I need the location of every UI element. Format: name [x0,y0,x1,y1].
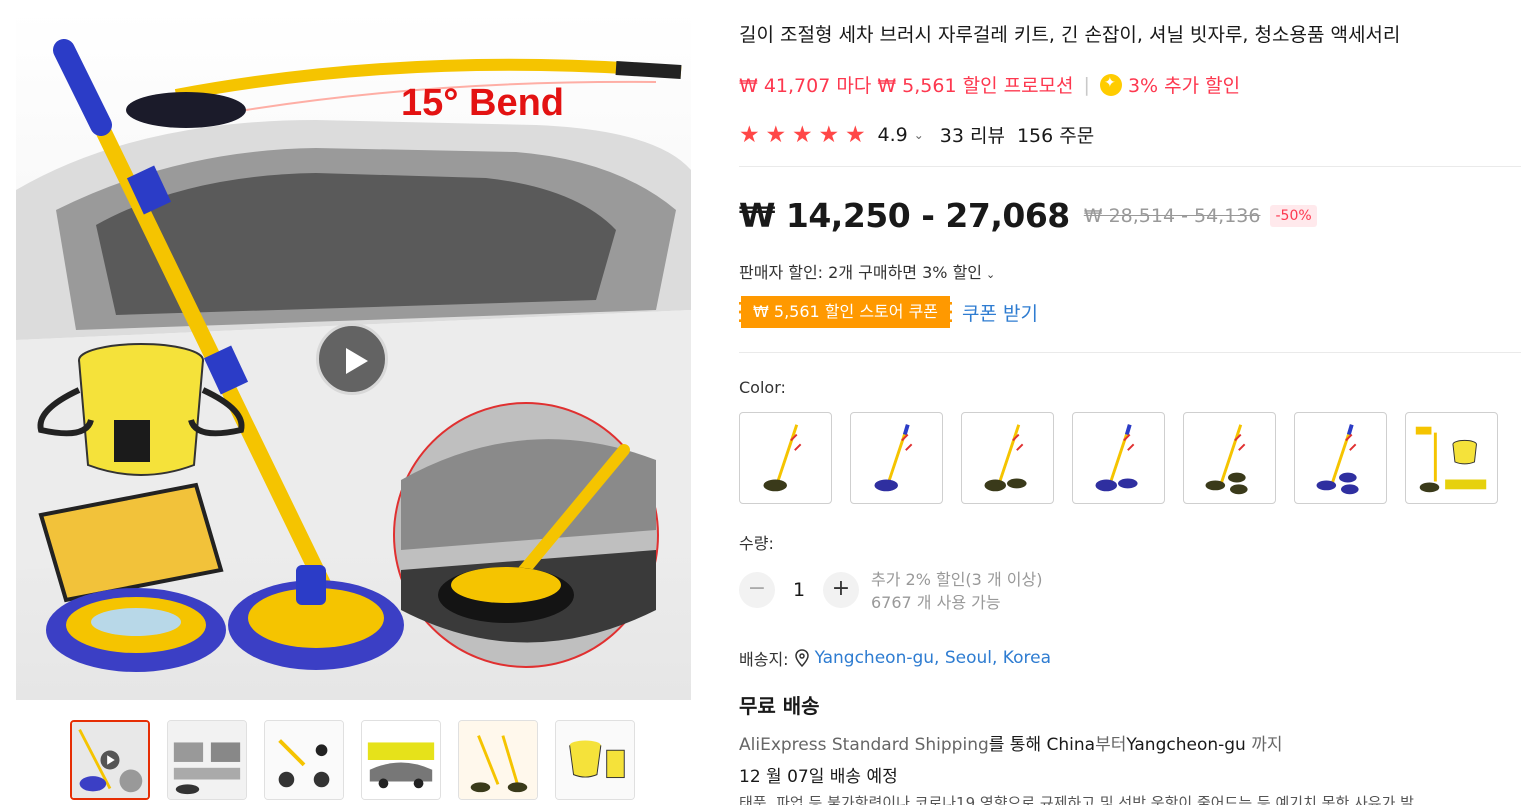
color-option-6[interactable] [1294,412,1387,504]
thumbnail-4[interactable] [361,720,441,800]
color-option-3[interactable] [961,412,1054,504]
quantity-input[interactable] [775,572,823,608]
coupon-row: ₩ 5,561 할인 스토어 쿠폰 쿠폰 받기 [739,296,1038,328]
decrease-quantity-button[interactable]: − [739,572,775,608]
thumbnail-3[interactable] [264,720,344,800]
product-gallery: 15° Bend [16,0,691,805]
ship-to-location-link[interactable]: Yangcheon-gu, Seoul, Korea [815,648,1051,668]
shipping-destination: Yangcheon-gu [1126,735,1246,755]
promo-separator: | [1083,73,1090,96]
price-row: ₩ 14,250 - 27,068 ₩ 28,514 - 54,136 -50% [739,196,1317,235]
extra-discount-text: 3% 추가 할인 [1127,75,1241,97]
delivery-estimate: 12 월 07일 배송 예정 [739,767,898,787]
color-option-7[interactable] [1405,412,1498,504]
seller-discount-text: 판매자 할인: 2개 구매하면 3% 할인 [739,263,983,282]
shipping-from-text: 부터 [1095,735,1127,755]
color-option-4[interactable] [1072,412,1165,504]
rating-value[interactable]: 4.9 [878,124,908,146]
star-icon: ★ [845,121,866,148]
shipping-disclaimer: 태풍, 파업 등 불가항력이나 코로나19 영향으로 규제하고 및 선박 운항이… [739,794,1414,805]
color-option-5[interactable] [1183,412,1276,504]
original-price: ₩ 28,514 - 54,136 [1083,204,1261,227]
rating-row: ★ ★ ★ ★ ★ 4.9 ⌄ 33 리뷰 156 주문 [739,121,1094,148]
shipping-via-text: 를 통해 [988,735,1042,755]
thumbnail-1[interactable] [70,720,150,800]
star-icon: ★ [792,121,813,148]
star-icon: ★ [765,121,787,148]
store-coupon-tag: ₩ 5,561 할인 스토어 쿠폰 [739,296,953,328]
ship-to-label: 배송지: [739,650,789,669]
play-video-button[interactable] [316,323,388,395]
main-product-image[interactable]: 15° Bend [16,10,691,700]
free-shipping-heading: 무료 배송 [739,694,820,718]
product-info-panel: 길이 조절형 세차 브러시 자루걸레 키트, 긴 손잡이, 셔닐 빗자루, 청소… [739,0,1521,805]
get-coupon-link[interactable]: 쿠폰 받기 [962,299,1038,326]
current-price: ₩ 14,250 - 27,068 [739,196,1070,235]
bulk-discount-note: 추가 2% 할인(3 개 이상) [871,570,1043,589]
ship-to-row: 배송지: Yangcheon-gu, Seoul, Korea [739,646,1051,670]
star-icon: ★ [739,121,760,148]
review-count-link[interactable]: 33 리뷰 [940,121,1005,148]
quantity-notes: 추가 2% 할인(3 개 이상) 6767 개 사용 가능 [871,568,1042,614]
divider [739,166,1521,167]
thumbnail-6[interactable] [555,720,635,800]
color-label: Color: [739,378,786,397]
promo-threshold-text: ₩ 41,707 마다 ₩ 5,561 할인 프로모션 [739,75,1074,97]
product-title: 길이 조절형 세차 브러시 자루걸레 키트, 긴 손잡이, 셔닐 빗자루, 청소… [739,24,1401,46]
quantity-stepper: − + [739,572,859,608]
stock-available-note: 6767 개 사용 가능 [871,593,1001,612]
bend-annotation: 15° Bend [401,82,565,124]
quantity-label: 수량: [739,534,774,553]
promotion-line: ₩ 41,707 마다 ₩ 5,561 할인 프로모션 | 3% 추가 할인 [739,71,1240,98]
color-option-2[interactable] [850,412,943,504]
divider [739,352,1521,353]
location-pin-icon [794,649,809,667]
coin-icon [1099,73,1122,96]
color-option-1[interactable] [739,412,832,504]
shipping-to-text: 까지 [1251,735,1283,755]
play-icon [346,348,368,374]
thumbnail-5[interactable] [458,720,538,800]
order-count: 156 주문 [1016,125,1095,147]
chevron-down-icon[interactable]: ⌄ [914,128,924,142]
star-icon: ★ [818,121,840,148]
seller-discount-dropdown[interactable]: 판매자 할인: 2개 구매하면 3% 할인 ⌄ [739,259,995,283]
discount-badge: -50% [1270,204,1317,227]
shipping-method: AliExpress Standard Shipping를 통해 China부터… [739,730,1283,755]
star-rating: ★ ★ ★ ★ ★ [739,123,872,147]
increase-quantity-button[interactable]: + [823,572,859,608]
shipping-origin: China [1046,735,1096,755]
chevron-down-icon: ⌄ [986,268,996,281]
thumbnail-2[interactable] [167,720,247,800]
shipping-carrier: AliExpress Standard Shipping [739,735,989,755]
